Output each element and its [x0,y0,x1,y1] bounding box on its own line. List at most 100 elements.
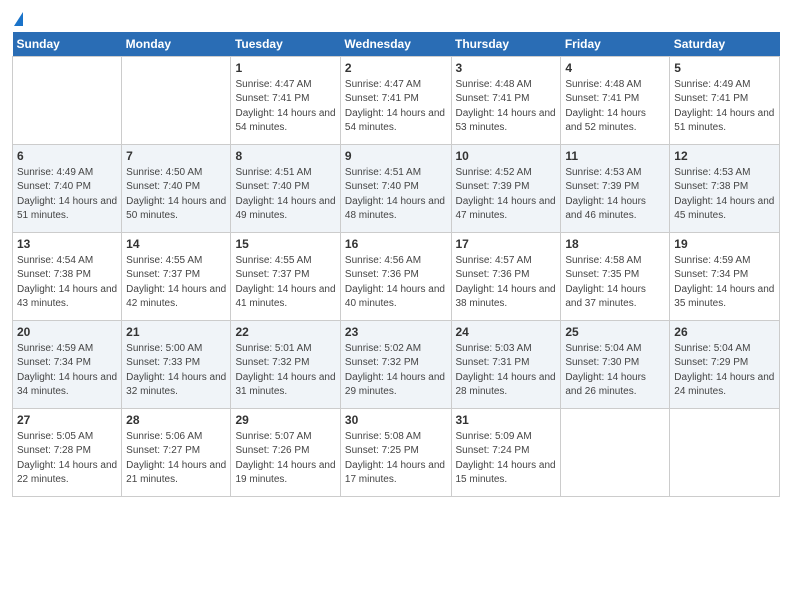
day-number: 19 [674,236,775,253]
calendar-cell [122,57,231,145]
day-number: 8 [235,148,335,165]
calendar-cell: 23Sunrise: 5:02 AMSunset: 7:32 PMDayligh… [340,321,451,409]
day-detail: Sunrise: 5:05 AMSunset: 7:28 PMDaylight:… [17,430,117,488]
calendar-cell: 25Sunrise: 5:04 AMSunset: 7:30 PMDayligh… [561,321,670,409]
day-number: 31 [456,412,557,429]
calendar-cell: 4Sunrise: 4:48 AMSunset: 7:41 PMDaylight… [561,57,670,145]
day-detail: Sunrise: 4:51 AMSunset: 7:40 PMDaylight:… [345,166,447,224]
calendar-cell [13,57,122,145]
day-number: 26 [674,324,775,341]
day-number: 17 [456,236,557,253]
calendar-cell: 2Sunrise: 4:47 AMSunset: 7:41 PMDaylight… [340,57,451,145]
day-number: 14 [126,236,226,253]
day-number: 16 [345,236,447,253]
day-of-week-header: Friday [561,32,670,57]
calendar-cell: 30Sunrise: 5:08 AMSunset: 7:25 PMDayligh… [340,409,451,497]
day-number: 18 [565,236,665,253]
calendar-cell: 21Sunrise: 5:00 AMSunset: 7:33 PMDayligh… [122,321,231,409]
calendar-cell: 14Sunrise: 4:55 AMSunset: 7:37 PMDayligh… [122,233,231,321]
day-detail: Sunrise: 5:03 AMSunset: 7:31 PMDaylight:… [456,342,557,400]
calendar-cell: 13Sunrise: 4:54 AMSunset: 7:38 PMDayligh… [13,233,122,321]
day-detail: Sunrise: 4:47 AMSunset: 7:41 PMDaylight:… [235,78,335,136]
day-number: 20 [17,324,117,341]
calendar-cell: 11Sunrise: 4:53 AMSunset: 7:39 PMDayligh… [561,145,670,233]
day-number: 13 [17,236,117,253]
day-number: 3 [456,60,557,77]
calendar-week-row: 20Sunrise: 4:59 AMSunset: 7:34 PMDayligh… [13,321,780,409]
logo [12,14,23,26]
day-detail: Sunrise: 5:01 AMSunset: 7:32 PMDaylight:… [235,342,335,400]
calendar-cell: 27Sunrise: 5:05 AMSunset: 7:28 PMDayligh… [13,409,122,497]
calendar-cell: 28Sunrise: 5:06 AMSunset: 7:27 PMDayligh… [122,409,231,497]
day-number: 2 [345,60,447,77]
calendar-week-row: 6Sunrise: 4:49 AMSunset: 7:40 PMDaylight… [13,145,780,233]
day-number: 1 [235,60,335,77]
day-number: 9 [345,148,447,165]
header [12,10,780,26]
day-detail: Sunrise: 4:49 AMSunset: 7:41 PMDaylight:… [674,78,775,136]
day-number: 30 [345,412,447,429]
day-number: 7 [126,148,226,165]
day-of-week-header: Monday [122,32,231,57]
day-number: 4 [565,60,665,77]
day-number: 24 [456,324,557,341]
day-number: 11 [565,148,665,165]
calendar-cell [561,409,670,497]
day-detail: Sunrise: 4:50 AMSunset: 7:40 PMDaylight:… [126,166,226,224]
day-detail: Sunrise: 5:09 AMSunset: 7:24 PMDaylight:… [456,430,557,488]
day-number: 10 [456,148,557,165]
calendar-cell: 26Sunrise: 5:04 AMSunset: 7:29 PMDayligh… [670,321,780,409]
day-detail: Sunrise: 4:48 AMSunset: 7:41 PMDaylight:… [456,78,557,136]
day-detail: Sunrise: 4:55 AMSunset: 7:37 PMDaylight:… [126,254,226,312]
calendar-cell: 22Sunrise: 5:01 AMSunset: 7:32 PMDayligh… [231,321,340,409]
day-of-week-header: Wednesday [340,32,451,57]
day-number: 27 [17,412,117,429]
day-number: 12 [674,148,775,165]
calendar-week-row: 27Sunrise: 5:05 AMSunset: 7:28 PMDayligh… [13,409,780,497]
day-header-row: SundayMondayTuesdayWednesdayThursdayFrid… [13,32,780,57]
calendar-cell: 12Sunrise: 4:53 AMSunset: 7:38 PMDayligh… [670,145,780,233]
calendar-cell: 10Sunrise: 4:52 AMSunset: 7:39 PMDayligh… [451,145,561,233]
day-detail: Sunrise: 4:56 AMSunset: 7:36 PMDaylight:… [345,254,447,312]
calendar-week-row: 13Sunrise: 4:54 AMSunset: 7:38 PMDayligh… [13,233,780,321]
day-of-week-header: Sunday [13,32,122,57]
day-detail: Sunrise: 5:08 AMSunset: 7:25 PMDaylight:… [345,430,447,488]
calendar-cell: 17Sunrise: 4:57 AMSunset: 7:36 PMDayligh… [451,233,561,321]
day-detail: Sunrise: 5:04 AMSunset: 7:29 PMDaylight:… [674,342,775,400]
calendar-cell: 24Sunrise: 5:03 AMSunset: 7:31 PMDayligh… [451,321,561,409]
day-of-week-header: Tuesday [231,32,340,57]
day-detail: Sunrise: 5:00 AMSunset: 7:33 PMDaylight:… [126,342,226,400]
day-number: 29 [235,412,335,429]
day-of-week-header: Thursday [451,32,561,57]
calendar-cell: 20Sunrise: 4:59 AMSunset: 7:34 PMDayligh… [13,321,122,409]
day-detail: Sunrise: 4:53 AMSunset: 7:38 PMDaylight:… [674,166,775,224]
day-number: 6 [17,148,117,165]
day-number: 28 [126,412,226,429]
calendar-cell: 5Sunrise: 4:49 AMSunset: 7:41 PMDaylight… [670,57,780,145]
day-number: 21 [126,324,226,341]
day-detail: Sunrise: 4:54 AMSunset: 7:38 PMDaylight:… [17,254,117,312]
day-detail: Sunrise: 4:53 AMSunset: 7:39 PMDaylight:… [565,166,665,224]
day-detail: Sunrise: 4:52 AMSunset: 7:39 PMDaylight:… [456,166,557,224]
calendar-cell: 7Sunrise: 4:50 AMSunset: 7:40 PMDaylight… [122,145,231,233]
day-number: 23 [345,324,447,341]
day-detail: Sunrise: 5:06 AMSunset: 7:27 PMDaylight:… [126,430,226,488]
calendar-cell: 3Sunrise: 4:48 AMSunset: 7:41 PMDaylight… [451,57,561,145]
day-detail: Sunrise: 5:07 AMSunset: 7:26 PMDaylight:… [235,430,335,488]
day-number: 22 [235,324,335,341]
calendar-cell: 31Sunrise: 5:09 AMSunset: 7:24 PMDayligh… [451,409,561,497]
day-detail: Sunrise: 4:57 AMSunset: 7:36 PMDaylight:… [456,254,557,312]
day-detail: Sunrise: 4:48 AMSunset: 7:41 PMDaylight:… [565,78,665,136]
page-container: SundayMondayTuesdayWednesdayThursdayFrid… [0,0,792,505]
day-detail: Sunrise: 4:47 AMSunset: 7:41 PMDaylight:… [345,78,447,136]
calendar-cell: 8Sunrise: 4:51 AMSunset: 7:40 PMDaylight… [231,145,340,233]
day-number: 5 [674,60,775,77]
calendar-table: SundayMondayTuesdayWednesdayThursdayFrid… [12,32,780,497]
day-detail: Sunrise: 4:59 AMSunset: 7:34 PMDaylight:… [674,254,775,312]
calendar-cell: 9Sunrise: 4:51 AMSunset: 7:40 PMDaylight… [340,145,451,233]
calendar-cell: 1Sunrise: 4:47 AMSunset: 7:41 PMDaylight… [231,57,340,145]
day-detail: Sunrise: 4:55 AMSunset: 7:37 PMDaylight:… [235,254,335,312]
day-number: 25 [565,324,665,341]
calendar-cell: 16Sunrise: 4:56 AMSunset: 7:36 PMDayligh… [340,233,451,321]
calendar-cell [670,409,780,497]
